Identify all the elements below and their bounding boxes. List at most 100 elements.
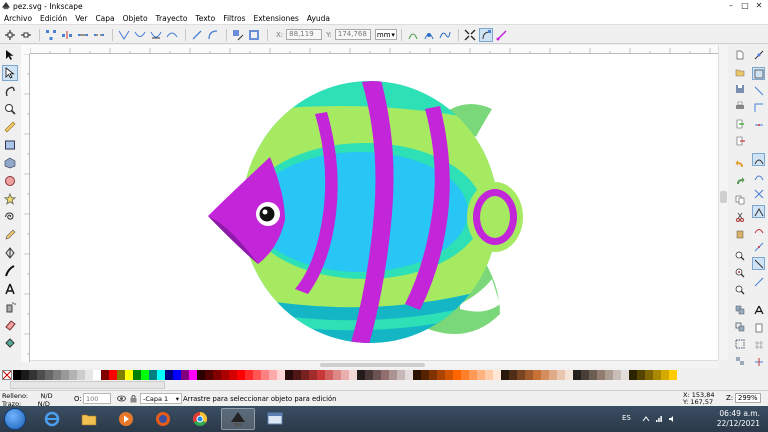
horizontal-scrollbar[interactable] — [30, 360, 718, 368]
snap-guide-icon[interactable] — [752, 355, 765, 368]
visibility-eye-icon[interactable] — [117, 394, 126, 403]
color-swatch[interactable] — [285, 370, 293, 380]
volume-icon[interactable] — [668, 415, 676, 423]
color-swatch[interactable] — [125, 370, 133, 380]
color-swatch[interactable] — [445, 370, 453, 380]
object-to-path-icon[interactable] — [231, 28, 245, 42]
menu-filtros[interactable]: Filtros — [223, 14, 245, 23]
measure-tool-icon[interactable] — [2, 119, 18, 135]
redo-icon[interactable] — [733, 174, 746, 187]
color-swatch[interactable] — [37, 370, 45, 380]
snap-page-border-icon[interactable] — [752, 321, 765, 334]
eraser-tool-icon[interactable] — [2, 317, 18, 333]
color-swatch[interactable] — [69, 370, 77, 380]
color-swatch[interactable] — [629, 370, 637, 380]
pen-tool-icon[interactable] — [2, 245, 18, 261]
color-swatch[interactable] — [533, 370, 541, 380]
internet-explorer-icon[interactable] — [35, 408, 69, 430]
snap-path-icon[interactable] — [752, 170, 765, 183]
close-button[interactable]: ✕ — [752, 0, 766, 11]
palette-scrollbar[interactable] — [10, 381, 165, 389]
horizontal-ruler[interactable] — [30, 45, 718, 54]
color-swatch[interactable] — [621, 370, 629, 380]
transform-handles-icon[interactable] — [463, 28, 477, 42]
show-handles-icon[interactable] — [478, 27, 493, 42]
color-swatch[interactable] — [245, 370, 253, 380]
menu-ayuda[interactable]: Ayuda — [307, 14, 330, 23]
color-swatch[interactable] — [493, 370, 501, 380]
node-auto-icon[interactable] — [165, 28, 179, 42]
ungroup-icon[interactable] — [733, 354, 746, 367]
color-swatch[interactable] — [181, 370, 189, 380]
color-swatch[interactable] — [541, 370, 549, 380]
clip-path-edit-icon[interactable] — [406, 28, 420, 42]
menu-texto[interactable]: Texto — [195, 14, 215, 23]
color-swatch[interactable] — [453, 370, 461, 380]
snap-intersection-icon[interactable] — [752, 187, 765, 200]
color-swatch[interactable] — [597, 370, 605, 380]
color-swatch[interactable] — [149, 370, 157, 380]
color-swatch[interactable] — [661, 370, 669, 380]
snap-line-midpoint-icon[interactable] — [752, 240, 765, 253]
color-swatch[interactable] — [437, 370, 445, 380]
color-swatch[interactable] — [21, 370, 29, 380]
copy-icon[interactable] — [733, 193, 746, 206]
opacity-input[interactable]: 100 — [83, 393, 111, 404]
color-swatch[interactable] — [93, 370, 101, 380]
zoom-drawing-icon[interactable] — [733, 266, 746, 279]
show-path-outline-icon[interactable] — [495, 28, 509, 42]
join-segment-icon[interactable] — [76, 28, 90, 42]
color-swatch[interactable] — [645, 370, 653, 380]
color-swatch[interactable] — [637, 370, 645, 380]
color-swatch[interactable] — [13, 370, 21, 380]
path-effect-edit-icon[interactable] — [438, 28, 452, 42]
color-swatch[interactable] — [61, 370, 69, 380]
color-swatch[interactable] — [101, 370, 109, 380]
snap-cusp-nodes-icon[interactable] — [752, 205, 765, 218]
snap-grid-icon[interactable] — [752, 338, 765, 351]
swatch-list[interactable] — [13, 370, 677, 380]
color-swatch[interactable] — [197, 370, 205, 380]
menu-edicion[interactable]: Edición — [40, 14, 67, 23]
menu-ver[interactable]: Ver — [75, 14, 87, 23]
color-swatch[interactable] — [669, 370, 677, 380]
zoom-input[interactable]: 299% — [735, 393, 761, 403]
delete-node-icon[interactable] — [19, 28, 33, 42]
cut-icon[interactable] — [733, 210, 746, 223]
color-swatch[interactable] — [557, 370, 565, 380]
spray-tool-icon[interactable] — [2, 299, 18, 315]
spiral-tool-icon[interactable] — [2, 209, 18, 225]
color-swatch[interactable] — [525, 370, 533, 380]
color-swatch[interactable] — [477, 370, 485, 380]
ellipse-tool-icon[interactable] — [2, 173, 18, 189]
open-document-icon[interactable] — [733, 65, 746, 78]
color-swatch[interactable] — [469, 370, 477, 380]
color-swatch[interactable] — [309, 370, 317, 380]
inkscape-taskbar-icon[interactable] — [221, 408, 255, 430]
color-swatch[interactable] — [165, 370, 173, 380]
color-swatch[interactable] — [653, 370, 661, 380]
color-swatch[interactable] — [461, 370, 469, 380]
color-swatch[interactable] — [325, 370, 333, 380]
export-icon[interactable] — [733, 134, 746, 147]
color-swatch[interactable] — [333, 370, 341, 380]
color-swatch[interactable] — [365, 370, 373, 380]
color-swatch[interactable] — [45, 370, 53, 380]
zoom-tool-icon[interactable] — [2, 101, 18, 117]
color-swatch[interactable] — [157, 370, 165, 380]
calligraphy-tool-icon[interactable] — [2, 263, 18, 279]
snap-text-baseline-icon[interactable] — [752, 303, 765, 316]
horizontal-scroll-thumb[interactable] — [320, 363, 425, 367]
snap-bbox-corner-icon[interactable] — [752, 101, 765, 114]
menu-capa[interactable]: Capa — [95, 14, 114, 23]
color-swatch[interactable] — [277, 370, 285, 380]
window-taskbar-icon[interactable] — [258, 408, 292, 430]
selector-tool-icon[interactable] — [2, 47, 18, 63]
color-swatch[interactable] — [501, 370, 509, 380]
color-swatch[interactable] — [573, 370, 581, 380]
snap-nodes-icon[interactable] — [752, 153, 765, 166]
color-swatch[interactable] — [613, 370, 621, 380]
color-swatch[interactable] — [261, 370, 269, 380]
menu-archivo[interactable]: Archivo — [4, 14, 32, 23]
color-swatch[interactable] — [141, 370, 149, 380]
